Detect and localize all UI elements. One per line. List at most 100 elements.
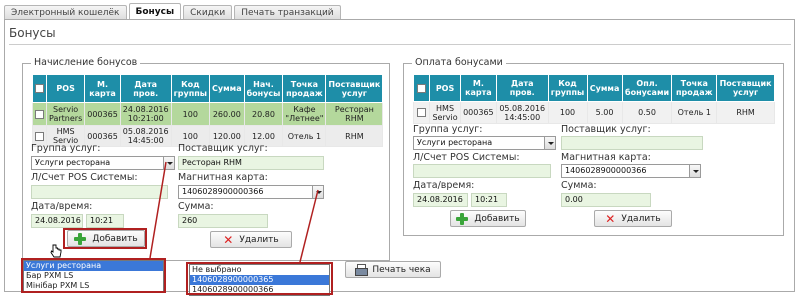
tab-bar: Электронный кошелёк Бонусы Скидки Печать… [4,3,343,20]
row-select-cell[interactable] [32,102,47,126]
time-field[interactable]: 10:21 [86,214,124,228]
delete-x-icon: ✕ [605,211,616,226]
service-group-value: Услуги ресторана [417,138,493,147]
delete-button[interactable]: ✕ Удалить [210,231,292,248]
select-all-checkbox[interactable] [417,83,427,93]
tab-print-transactions[interactable]: Печать транзакций [234,5,341,20]
service-group-select[interactable]: Услуги ресторана [31,156,175,170]
page-title: Бонусы [9,26,56,40]
cell-card: 000365 [84,102,121,126]
row-checkbox[interactable] [417,108,427,117]
pos-account-label: Л/Счет POS Системы: [413,152,520,163]
chevron-down-icon[interactable] [544,137,555,149]
cell-provider: RHM [716,101,775,124]
col-group-code[interactable]: Код группы [547,74,588,102]
magnetic-card-select[interactable]: 1406028900000366 [178,185,324,199]
card-options-highlight [186,262,333,295]
date-field[interactable]: 24.08.2016 [31,214,83,228]
print-receipt-button[interactable]: Печать чека [345,261,441,278]
tab-bonuses[interactable]: Бонусы [128,3,182,20]
col-pos[interactable]: POS [45,74,86,103]
chevron-down-icon[interactable] [689,165,700,177]
sum-label: Сумма: [561,180,597,191]
col-card[interactable]: М. карта [84,74,121,103]
col-provider[interactable]: Поставщик услуг [716,74,775,102]
accrual-panel-legend: Начисление бонусов [31,57,141,68]
cell-date: 05.08.2016 14:45:00 [119,125,172,147]
provider-field[interactable] [561,136,703,150]
date-field[interactable]: 24.08.2016 [413,193,468,207]
row-checkbox[interactable] [35,131,44,141]
col-point[interactable]: Точка продаж [671,74,718,102]
add-button-highlight [63,228,147,249]
time-field[interactable]: 10:21 [471,193,507,207]
sum-label: Сумма: [178,201,214,212]
tab-discounts[interactable]: Скидки [183,5,233,20]
title-divider [9,44,791,45]
pos-account-label: Л/Счет POS Системы: [31,172,138,183]
magnetic-card-value: 1406028900000366 [565,166,647,175]
delete-x-icon: ✕ [223,232,234,247]
provider-field[interactable]: Ресторан RHM [178,156,324,170]
cell-point: Кафе "Летнее" [282,102,327,126]
delete-button-label: Удалить [621,213,661,224]
provider-label: Поставщик услуг: [561,124,651,135]
group-options-highlight [21,258,166,293]
chevron-down-icon[interactable] [312,186,323,198]
col-provider[interactable]: Поставщик услуг [325,74,384,103]
add-button-label: Добавить [474,213,520,224]
add-button[interactable]: Добавить [450,210,526,227]
payment-table-header: POS М. карта Дата пров. Код группы Сумма… [412,74,775,102]
chevron-down-icon[interactable] [163,157,174,169]
payment-table: POS М. карта Дата пров. Код группы Сумма… [412,74,775,124]
col-sum[interactable]: Сумма [586,74,623,102]
row-select-cell[interactable] [412,101,431,124]
cell-point: Отель 1 [671,101,718,124]
cell-provider: RHM [325,125,384,147]
service-group-select[interactable]: Услуги ресторана [413,136,556,150]
tab-wallet[interactable]: Электронный кошелёк [4,5,127,20]
col-group-code[interactable]: Код группы [170,74,211,103]
row-checkbox[interactable] [35,109,44,119]
provider-label: Поставщик услуг: [178,143,268,154]
payment-panel-legend: Оплата бонусами [412,57,506,68]
delete-button[interactable]: ✕ Удалить [594,210,672,227]
service-group-label: Группа услуг: [413,124,483,135]
accrual-table-header: POS М. карта Дата пров. Код группы Сумма… [32,74,384,103]
sum-field[interactable]: 260 [178,214,268,228]
cell-bonus: 0.50 [621,101,673,124]
col-date[interactable]: Дата пров. [119,74,172,103]
cell-bonus: 20.80 [243,102,284,126]
cell-date: 05.08.2016 14:45:00 [495,101,549,124]
pos-account-field[interactable] [413,164,551,178]
sum-field[interactable]: 0.00 [561,193,651,207]
col-point[interactable]: Точка продаж [282,74,327,103]
col-card[interactable]: М. карта [459,74,497,102]
cell-pos: HMS Servio [429,101,461,124]
delete-button-label: Удалить [239,234,279,245]
cell-sum: 260.00 [209,102,245,126]
service-group-label: Группа услуг: [31,143,101,154]
datetime-label: Дата/время: [413,180,475,191]
col-pos[interactable]: POS [429,74,461,102]
cell-date: 24.08.2016 10:21:00 [119,102,172,126]
pos-account-field[interactable] [31,185,168,199]
magnetic-card-label: Магнитная карта: [178,172,268,183]
col-select[interactable] [32,74,47,103]
magnetic-card-select[interactable]: 1406028900000366 [561,164,701,178]
print-receipt-label: Печать чека [372,264,431,275]
col-bonus[interactable]: Нач. бонусы [243,74,284,103]
printer-icon [355,263,369,276]
cell-code: 100 [170,102,211,126]
col-date[interactable]: Дата пров. [495,74,549,102]
table-row[interactable]: Servio Partners 000365 24.08.2016 10:21:… [32,102,384,126]
col-paid-bonus[interactable]: Опл. бонусами [621,74,673,102]
accrual-table: POS М. карта Дата пров. Код группы Сумма… [32,74,384,147]
magnetic-card-value: 1406028900000366 [182,187,264,196]
table-row[interactable]: HMS Servio 000365 05.08.2016 14:45:00 10… [412,101,775,124]
col-sum[interactable]: Сумма [209,74,245,103]
select-all-checkbox[interactable] [35,84,44,93]
col-select[interactable] [412,74,431,102]
cell-card: 000365 [459,101,497,124]
cell-point: Отель 1 [282,125,327,147]
